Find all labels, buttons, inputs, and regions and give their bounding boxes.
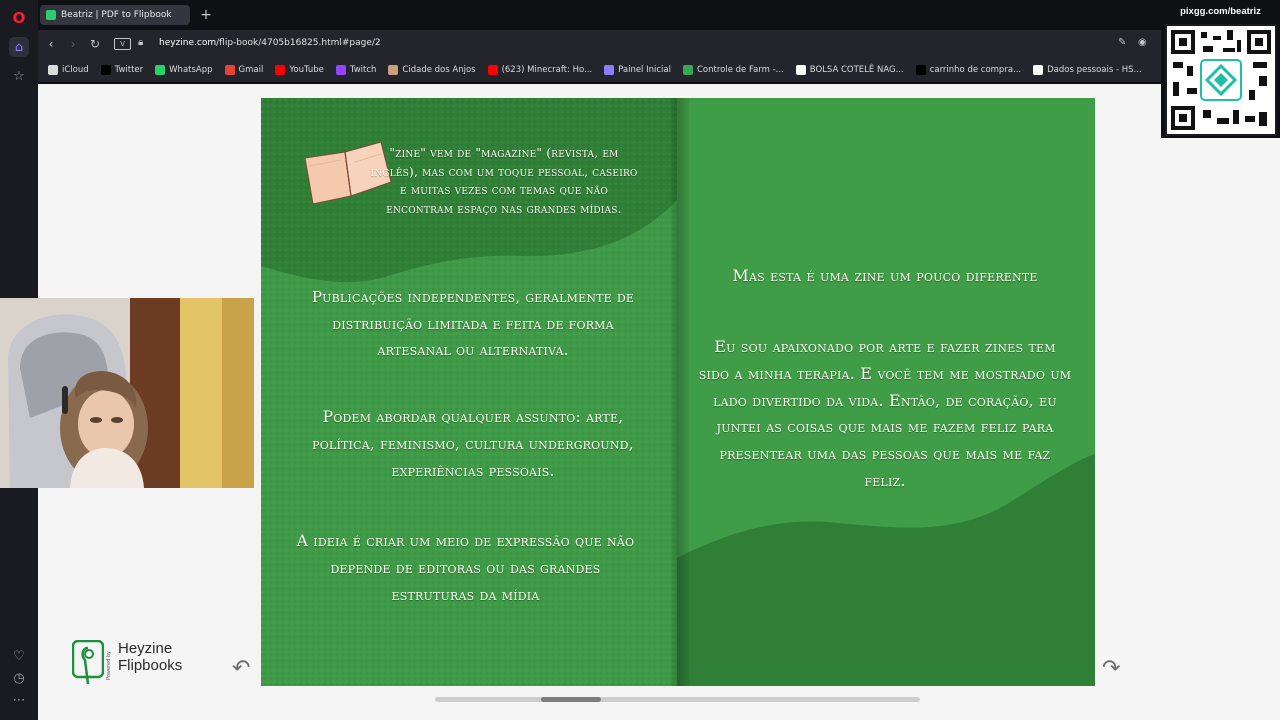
heyzine-brand-text: Heyzine Flipbooks [118,640,182,674]
bookmark-item[interactable]: Twitch [335,65,377,75]
tab-active[interactable]: Beatriz | PDF to Flipbook [40,5,190,25]
camera-icon[interactable]: ◉ [1138,37,1147,48]
url-path: /flip-book/4705b16825.html#page/2 [216,38,381,48]
address-bar-row: ‹ › ↻ V 🔒︎ heyzine.com/flip-book/4705b16… [38,30,1280,58]
paragraph-idea: A ideia é criar um meio de expressão que… [296,532,635,604]
intro-text: "zine" vem de "magazine" (revista, em in… [370,146,638,216]
url-field[interactable]: heyzine.com/flip-book/4705b16825.html#pa… [159,38,381,48]
heyzine-favicon-icon [46,10,56,20]
bookmark-item[interactable]: WhatsApp [155,65,213,75]
reload-button[interactable]: ↻ [87,36,103,52]
bookmark-label: BOLSA COTELÊ NAG... [809,65,904,75]
heyzine-logo[interactable]: Powered by Heyzine Flipbooks [72,638,212,688]
paragraph-publications: Publicações independentes, geralmente de… [311,288,635,359]
opera-logo-icon[interactable]: O [9,8,29,28]
qr-code-icon [1167,26,1275,134]
bookmark-label: WhatsApp [169,65,213,75]
bookmark-favicon-icon [275,65,286,75]
bookmark-favicon-icon [388,65,399,75]
bookmark-item[interactable]: iCloud [48,65,89,75]
bookmark-item[interactable]: Cidade dos Anjos [388,65,476,75]
bookmark-item[interactable]: Gmail [224,65,264,75]
bookmark-favicon-icon [915,65,926,75]
bookmark-favicon-icon [335,65,346,75]
flipbook[interactable]: "zine" vem de "magazine" (revista, em in… [261,98,1095,686]
qr-label: pixgg.com/beatriz [1180,6,1261,17]
qr-code[interactable] [1165,24,1277,136]
back-button[interactable]: ‹ [43,36,59,52]
bookmark-favicon-icon [224,65,235,75]
bookmark-favicon-icon [487,65,498,75]
bookmark-favicon-icon [1033,65,1044,75]
bookmark-label: iCloud [62,65,89,75]
previous-page-arrow-icon[interactable]: ↶ [232,656,250,681]
bookmark-label: Gmail [238,65,264,75]
right-page-heading: Mas esta é uma zine um pouco diferente [732,266,1038,285]
bookmark-label: YouTube [289,65,324,75]
forward-button[interactable]: › [65,36,81,52]
bookmarks-bar: iCloud Twitter WhatsApp Gmail YouTube Twitch C… [38,58,1280,82]
history-clock-icon[interactable]: ◷ [9,668,29,688]
bookmark-item[interactable]: YouTube [275,65,324,75]
bookmark-label: (623) Minecraft: Ho... [501,65,593,75]
star-icon[interactable]: ☆ [9,66,29,86]
bookmark-favicon-icon [604,65,615,75]
powered-by-text: Powered by [106,651,112,680]
heyzine-line2: Flipbooks [118,657,183,674]
bookmark-item[interactable]: Controle de Farm -... [682,65,784,75]
bookmark-label: Painel Inicial [618,65,671,75]
bookmark-label: Cidade dos Anjos [402,65,476,75]
bookmark-item[interactable]: Twitter [100,65,144,75]
bookmark-label: Controle de Farm -... [696,65,784,75]
right-page-paragraph: Eu sou apaixonado por arte e fazer zines… [698,337,1072,490]
bookmark-item[interactable]: (623) Minecraft: Ho... [487,65,593,75]
heart-icon[interactable]: ♡ [9,646,29,666]
bookmark-label: Twitch [349,65,377,75]
url-host: heyzine.com [159,38,217,48]
bookmark-item[interactable]: Dados pessoais - HS... [1033,65,1142,75]
heyzine-mark-icon [72,640,104,685]
bookmark-favicon-icon [48,65,58,75]
webcam-overlay [0,298,254,488]
bookmark-item[interactable]: BOLSA COTELÊ NAG... [795,65,904,75]
tab-title: Beatriz | PDF to Flipbook [61,10,172,20]
edit-page-icon[interactable]: ✎ [1118,37,1126,48]
page-scrollbar[interactable] [435,697,920,702]
left-page[interactable]: "zine" vem de "magazine" (revista, em in… [261,98,677,686]
heyzine-line1: Heyzine [118,640,173,657]
paragraph-topics: Podem abordar qualquer assunto: arte, po… [312,408,634,480]
bookmark-label: Twitter [114,65,144,75]
bookmark-label: Dados pessoais - HS... [1047,65,1142,75]
pix-qr-overlay: pixgg.com/beatriz [1161,0,1280,138]
right-page[interactable]: Mas esta é uma zine um pouco diferente E… [677,98,1095,686]
bookmark-item[interactable]: carrinho de compra... [915,65,1022,75]
bookmark-label: carrinho de compra... [929,65,1022,75]
scrollbar-thumb[interactable] [541,697,601,702]
webcam-video [0,298,254,488]
new-tab-button[interactable]: + [198,7,214,23]
tab-bar: Beatriz | PDF to Flipbook + [38,0,1280,30]
more-dots-icon[interactable]: ⋯ [9,690,29,710]
bookmark-item[interactable]: Painel Inicial [604,65,671,75]
bookmark-favicon-icon [100,65,111,75]
bookmark-favicon-icon [795,65,806,75]
vpn-badge[interactable]: V [114,38,131,50]
lock-icon[interactable]: 🔒︎ [138,37,143,48]
bookmark-favicon-icon [155,65,166,75]
home-icon[interactable]: ⌂ [9,37,29,57]
next-page-arrow-icon[interactable]: ↷ [1102,656,1120,681]
bookmark-favicon-icon [682,65,693,75]
